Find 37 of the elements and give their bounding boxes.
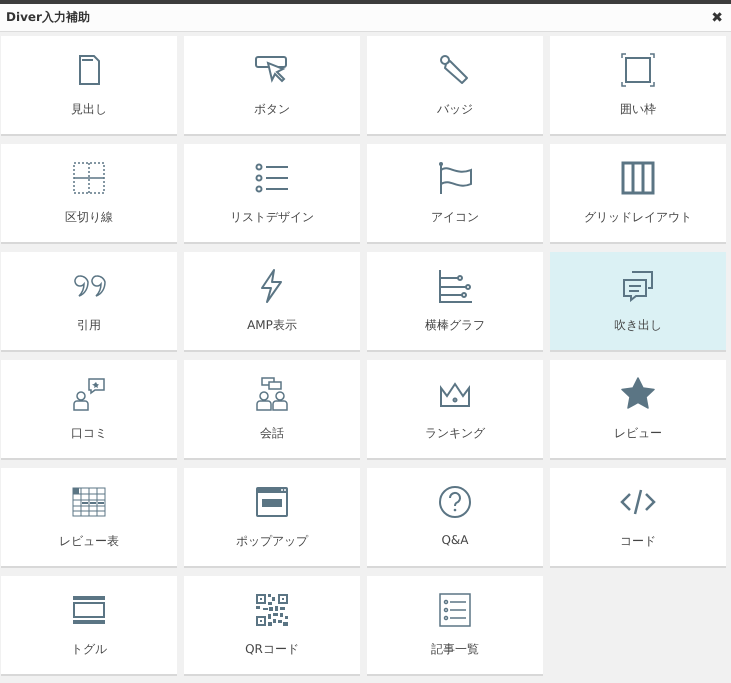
tool-tile[interactable]: レビュー — [550, 360, 726, 460]
tool-tile[interactable]: アイコン — [367, 144, 543, 244]
tool-tile[interactable]: バッジ — [367, 36, 543, 136]
tool-tile[interactable]: ボタン — [184, 36, 360, 136]
dashed-grid-icon — [71, 160, 107, 196]
tool-tile[interactable]: リストデザイン — [184, 144, 360, 244]
tool-tile[interactable]: レビュー表 — [1, 468, 177, 568]
person-speech-icon — [71, 376, 107, 412]
bar-chart-icon — [437, 268, 473, 304]
tool-tile[interactable]: 区切り線 — [1, 144, 177, 244]
popup-window-icon — [254, 484, 290, 520]
close-button[interactable]: ✖ — [711, 10, 723, 26]
tool-tile[interactable]: Q&A — [367, 468, 543, 568]
speech-bubbles-icon — [620, 268, 656, 304]
tool-tile[interactable]: 記事一覧 — [367, 576, 543, 676]
tool-tile[interactable]: 囲い枠 — [550, 36, 726, 136]
tool-tile[interactable]: コード — [550, 468, 726, 568]
article-list-icon — [437, 592, 473, 628]
tool-tile[interactable]: 引用 — [1, 252, 177, 352]
tool-tile[interactable]: QRコード — [184, 576, 360, 676]
tool-tile[interactable]: 横棒グラフ — [367, 252, 543, 352]
tool-tile[interactable]: トグル — [1, 576, 177, 676]
qr-code-icon — [254, 592, 290, 628]
tool-tile[interactable]: 会話 — [184, 360, 360, 460]
tool-tile[interactable]: 吹き出し — [550, 252, 726, 352]
tool-tile[interactable]: ランキング — [367, 360, 543, 460]
question-icon — [437, 484, 473, 520]
tool-tile[interactable]: AMP表示 — [184, 252, 360, 352]
tool-tile[interactable]: 口コミ — [1, 360, 177, 460]
frame-icon — [620, 52, 656, 88]
columns-icon — [620, 160, 656, 196]
tool-tile[interactable]: ポップアップ — [184, 468, 360, 568]
flag-icon — [437, 160, 473, 196]
window-title: Diver入力補助 — [6, 9, 90, 26]
tool-tile[interactable]: 見出し — [1, 36, 177, 136]
people-chat-icon — [254, 376, 290, 412]
tool-tile[interactable]: グリッドレイアウト — [550, 144, 726, 244]
